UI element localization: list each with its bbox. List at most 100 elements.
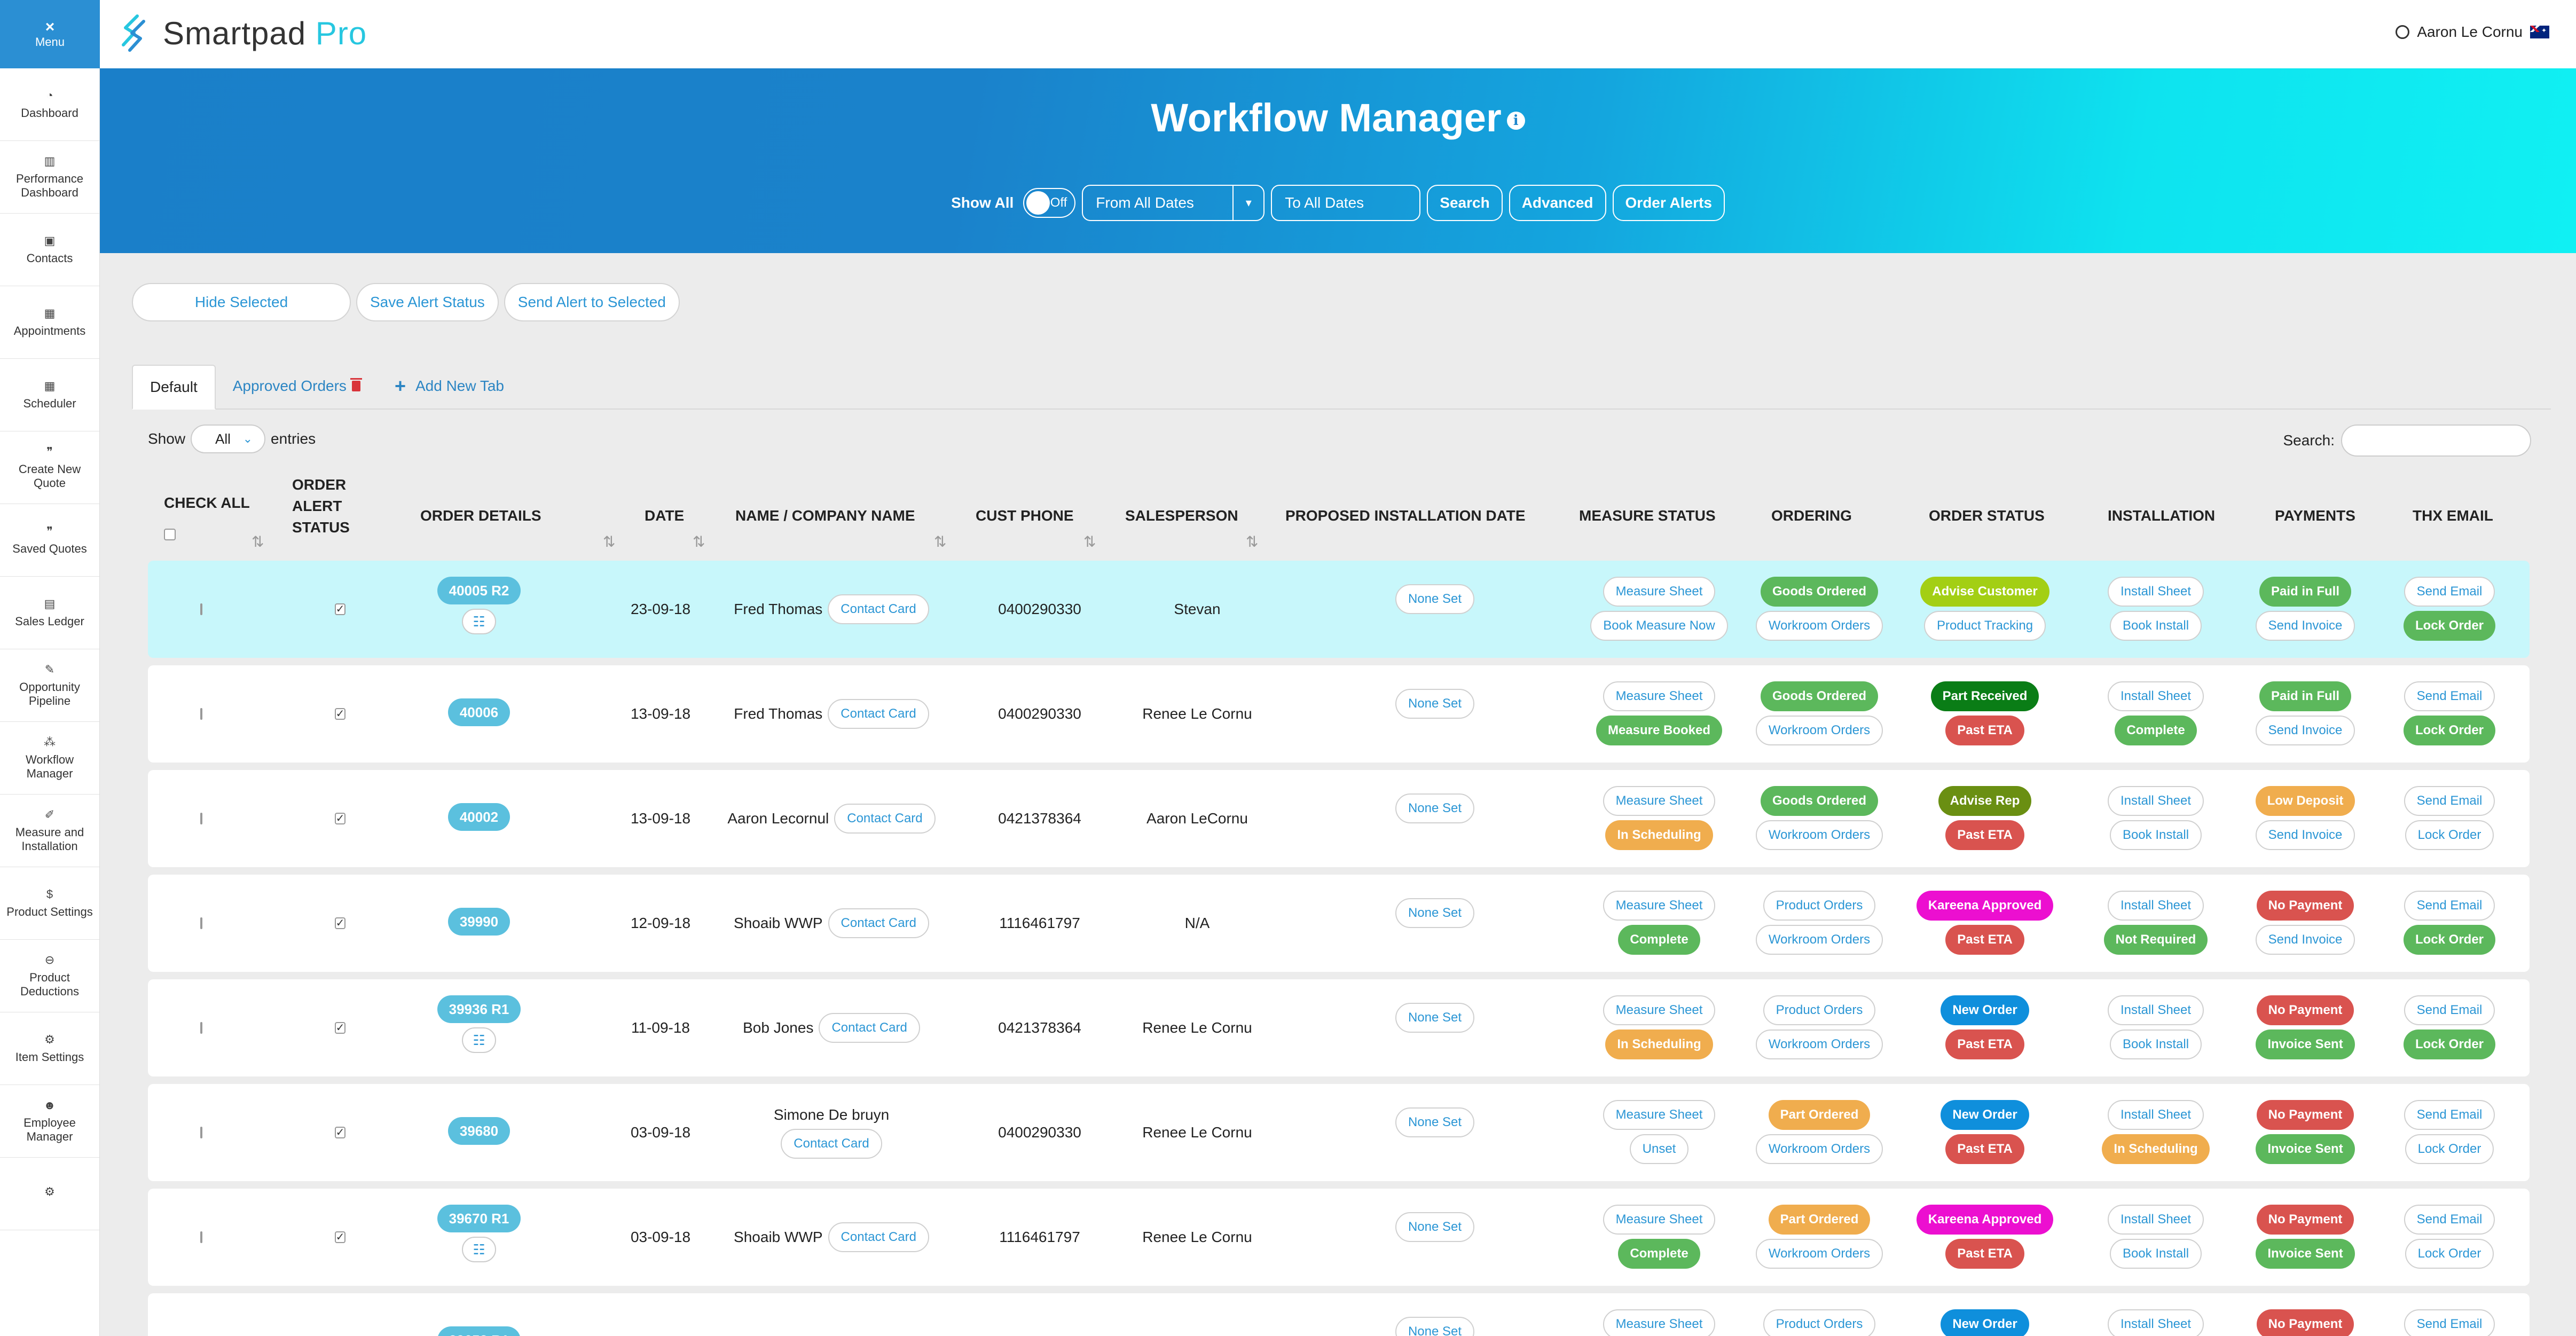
measure-status-button[interactable]: Measure Sheet bbox=[1603, 1100, 1716, 1130]
order-status-button[interactable]: Past ETA bbox=[1945, 1239, 2024, 1269]
sort-icon[interactable]: ⇅ bbox=[603, 533, 615, 551]
thx-email-button[interactable]: Lock Order bbox=[2403, 716, 2496, 745]
installation-button[interactable]: Book Install bbox=[2109, 611, 2202, 641]
sidebar-item-appointments[interactable]: ▦ Appointments bbox=[0, 286, 99, 359]
installation-button[interactable]: Install Sheet bbox=[2107, 1100, 2204, 1130]
order-alerts-button[interactable]: Order Alerts bbox=[1612, 185, 1725, 221]
info-icon[interactable]: i bbox=[1506, 112, 1525, 130]
proposed-install-date-button[interactable]: None Set bbox=[1395, 898, 1475, 928]
payments-button[interactable]: No Payment bbox=[2256, 1205, 2354, 1235]
installation-button[interactable]: Install Sheet bbox=[2107, 995, 2204, 1025]
sidebar-item-create-new-quote[interactable]: ❞ Create New Quote bbox=[0, 431, 99, 504]
contact-card-button[interactable]: Contact Card bbox=[828, 1222, 929, 1252]
order-number-button[interactable]: 39670 R1 bbox=[437, 1205, 521, 1232]
thx-email-button[interactable]: Send Email bbox=[2404, 1100, 2495, 1130]
sidebar-item-product-deductions[interactable]: ⊖ Product Deductions bbox=[0, 940, 99, 1012]
row-select-checkbox[interactable] bbox=[200, 603, 202, 615]
ordering-button[interactable]: Workroom Orders bbox=[1755, 1134, 1883, 1164]
row-select-checkbox[interactable] bbox=[200, 1022, 202, 1034]
order-status-button[interactable]: Product Tracking bbox=[1923, 611, 2046, 641]
ordering-button[interactable]: Goods Ordered bbox=[1760, 786, 1879, 816]
search-button[interactable]: Search bbox=[1427, 185, 1503, 221]
order-number-button[interactable]: 40005 R2 bbox=[437, 577, 521, 604]
ordering-button[interactable]: Part Ordered bbox=[1768, 1100, 1871, 1130]
thx-email-button[interactable]: Lock Order bbox=[2403, 611, 2496, 641]
thx-email-button[interactable]: Send Email bbox=[2404, 995, 2495, 1025]
contact-card-button[interactable]: Contact Card bbox=[781, 1129, 882, 1159]
thx-email-button[interactable]: Send Email bbox=[2404, 1205, 2495, 1235]
sidebar-item-dashboard[interactable]: ◔ Dashboard bbox=[0, 68, 99, 141]
menu-button[interactable]: × Menu bbox=[0, 0, 100, 68]
payments-button[interactable]: Send Invoice bbox=[2255, 925, 2355, 955]
measure-status-button[interactable]: Measure Booked bbox=[1596, 716, 1723, 745]
payments-button[interactable]: Send Invoice bbox=[2255, 820, 2355, 850]
alert-status-checkbox[interactable]: ✓ bbox=[334, 1127, 346, 1138]
sidebar-item-saved-quotes[interactable]: ❞ Saved Quotes bbox=[0, 504, 99, 577]
proposed-install-date-button[interactable]: None Set bbox=[1395, 1003, 1475, 1033]
measure-status-button[interactable]: Measure Sheet bbox=[1603, 786, 1716, 816]
order-status-button[interactable]: Past ETA bbox=[1945, 820, 2024, 850]
logo[interactable]: Smartpad Pro bbox=[116, 12, 367, 54]
ordering-button[interactable]: Workroom Orders bbox=[1755, 1029, 1883, 1059]
ordering-button[interactable]: Workroom Orders bbox=[1755, 716, 1883, 745]
thx-email-button[interactable]: Send Email bbox=[2404, 681, 2495, 711]
sort-icon[interactable]: ⇅ bbox=[1083, 533, 1096, 551]
sort-icon[interactable]: ⇅ bbox=[252, 533, 264, 551]
sort-icon[interactable]: ⇅ bbox=[934, 533, 946, 551]
order-status-button[interactable]: Past ETA bbox=[1945, 716, 2024, 745]
entries-select[interactable]: All ⌄ bbox=[191, 425, 266, 453]
thx-email-button[interactable]: Send Email bbox=[2404, 891, 2495, 921]
sidebar-item-product-settings[interactable]: $ Product Settings bbox=[0, 867, 99, 940]
proposed-install-date-button[interactable]: None Set bbox=[1395, 1212, 1475, 1242]
measure-status-button[interactable]: Complete bbox=[1618, 925, 1700, 955]
payments-button[interactable]: Low Deposit bbox=[2255, 786, 2355, 816]
alert-status-checkbox[interactable]: ✓ bbox=[334, 708, 346, 720]
contact-card-button[interactable]: Contact Card bbox=[819, 1013, 920, 1043]
thx-email-button[interactable]: Lock Order bbox=[2405, 820, 2494, 850]
check-all-checkbox[interactable] bbox=[164, 529, 176, 540]
payments-button[interactable]: Paid in Full bbox=[2259, 577, 2351, 607]
measure-status-button[interactable]: Unset bbox=[1629, 1134, 1689, 1164]
installation-button[interactable]: Install Sheet bbox=[2107, 1205, 2204, 1235]
contact-card-button[interactable]: Contact Card bbox=[828, 594, 929, 624]
tab-approved-orders[interactable]: Approved Orders bbox=[216, 364, 378, 408]
sidebar-item-measure-and-installation[interactable]: ✐ Measure and Installation bbox=[0, 795, 99, 867]
payments-button[interactable]: No Payment bbox=[2256, 891, 2354, 921]
payments-button[interactable]: Invoice Sent bbox=[2256, 1134, 2355, 1164]
show-all-toggle[interactable]: Off bbox=[1023, 188, 1076, 218]
contact-card-button[interactable]: Contact Card bbox=[828, 699, 929, 729]
measure-status-button[interactable]: Complete bbox=[1618, 1239, 1700, 1269]
row-select-checkbox[interactable] bbox=[200, 917, 202, 929]
order-number-button[interactable]: 39936 R1 bbox=[437, 995, 521, 1023]
installation-button[interactable]: Not Required bbox=[2103, 925, 2208, 955]
ordering-button[interactable]: Product Orders bbox=[1763, 1309, 1876, 1336]
ordering-button[interactable]: Part Ordered bbox=[1768, 1205, 1871, 1235]
measure-status-button[interactable]: Book Measure Now bbox=[1590, 611, 1728, 641]
search-input[interactable] bbox=[2341, 425, 2531, 457]
measure-status-button[interactable]: Measure Sheet bbox=[1603, 995, 1716, 1025]
order-status-button[interactable]: Kareena Approved bbox=[1916, 891, 2054, 921]
sidebar-item-item-settings[interactable]: ⚙ Item Settings bbox=[0, 1012, 99, 1085]
sidebar-item-settings[interactable]: ⚙ bbox=[0, 1158, 99, 1230]
ordering-button[interactable]: Workroom Orders bbox=[1755, 611, 1883, 641]
ordering-button[interactable]: Product Orders bbox=[1763, 891, 1876, 921]
add-new-tab-button[interactable]: + Add New Tab bbox=[378, 364, 521, 408]
installation-button[interactable]: Install Sheet bbox=[2107, 891, 2204, 921]
sort-icon[interactable]: ⇅ bbox=[1246, 533, 1258, 551]
row-select-checkbox[interactable] bbox=[200, 1127, 202, 1138]
sidebar-item-performance-dashboard[interactable]: ▥ Performance Dashboard bbox=[0, 141, 99, 214]
thx-email-button[interactable]: Lock Order bbox=[2405, 1134, 2494, 1164]
order-status-button[interactable]: Advise Rep bbox=[1938, 786, 2032, 816]
sort-icon[interactable]: ⇅ bbox=[693, 533, 705, 551]
order-status-button[interactable]: Kareena Approved bbox=[1916, 1205, 2054, 1235]
payments-button[interactable]: Invoice Sent bbox=[2256, 1029, 2355, 1059]
row-select-checkbox[interactable] bbox=[200, 1231, 202, 1243]
tab-default[interactable]: Default bbox=[132, 365, 216, 410]
proposed-install-date-button[interactable]: None Set bbox=[1395, 1317, 1475, 1336]
ordering-button[interactable]: Product Orders bbox=[1763, 995, 1876, 1025]
ordering-button[interactable]: Workroom Orders bbox=[1755, 1239, 1883, 1269]
proposed-install-date-button[interactable]: None Set bbox=[1395, 689, 1475, 719]
alert-status-checkbox[interactable]: ✓ bbox=[334, 603, 346, 615]
order-number-button[interactable]: 39680 bbox=[447, 1117, 511, 1145]
hide-selected-button[interactable]: Hide Selected bbox=[132, 283, 351, 321]
